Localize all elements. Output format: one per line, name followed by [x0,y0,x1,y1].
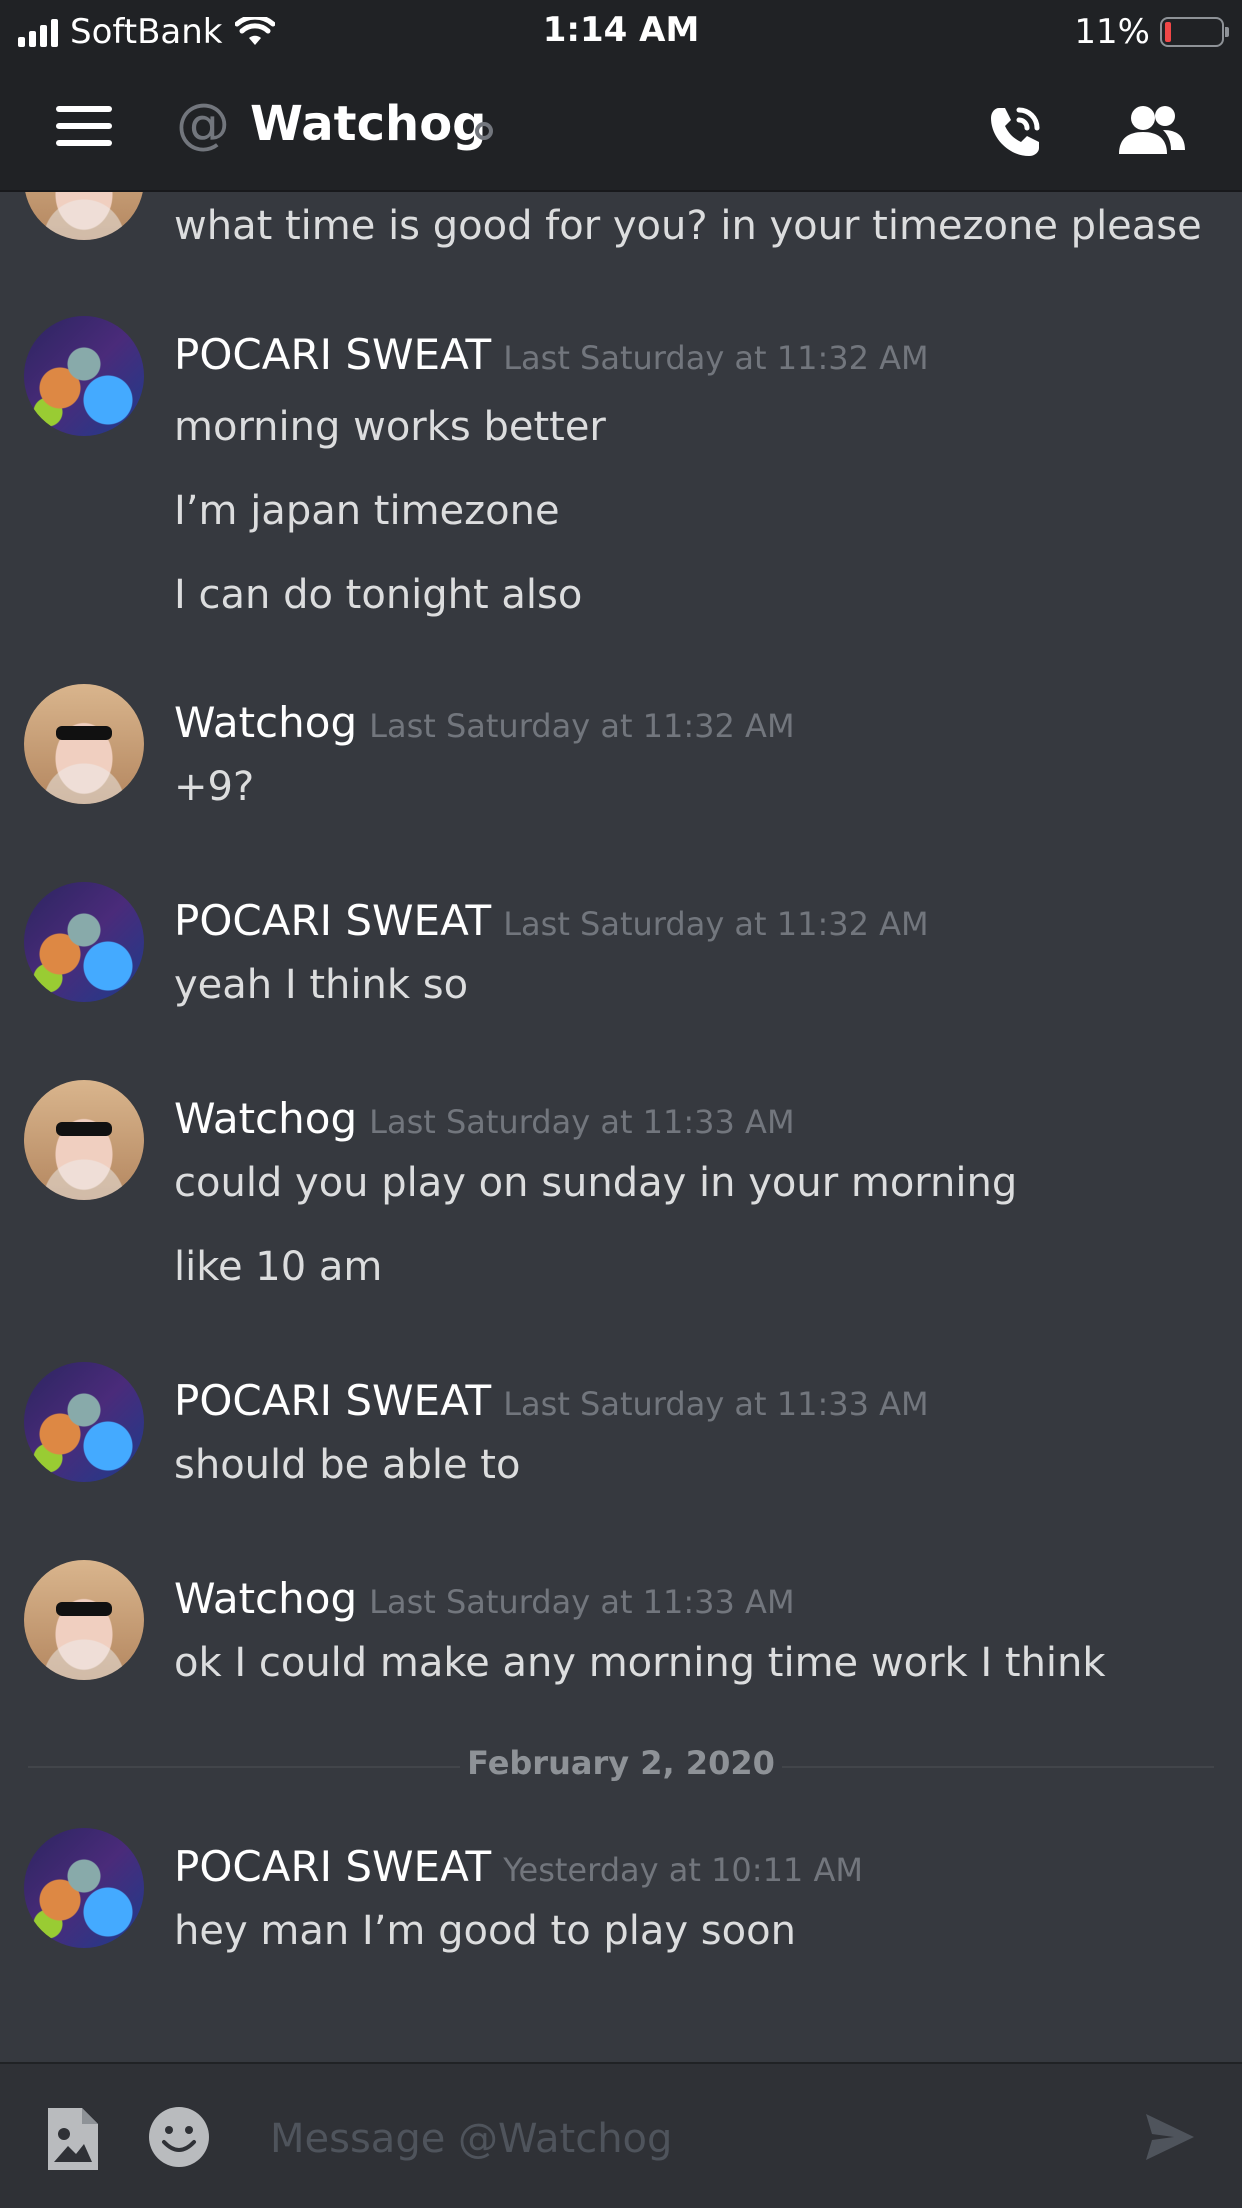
status-bar: SoftBank 1:14 AM 11% [0,0,1242,64]
message-header: POCARI SWEAT Yesterday at 10:11 AM [174,1842,863,1891]
avatar-watchog[interactable] [24,684,144,804]
message-header: Watchog Last Saturday at 11:33 AM [174,1574,795,1623]
message-header: Watchog Last Saturday at 11:33 AM [174,1094,795,1143]
message-timestamp: Last Saturday at 11:33 AM [503,1385,929,1423]
author-name[interactable]: POCARI SWEAT [174,896,491,945]
at-icon: @ [176,92,230,155]
avatar-watchog[interactable] [24,1560,144,1680]
message-text: +9? [174,764,255,810]
author-name[interactable]: Watchog [174,1574,357,1623]
message-list[interactable]: what time is good for you? in your timez… [0,192,1242,2062]
message-timestamp: Last Saturday at 11:32 AM [369,707,795,745]
status-right: 11% [1074,12,1229,52]
battery-percentage: 11% [1074,12,1150,52]
message-text: what time is good for you? in your timez… [174,203,1202,249]
dm-title: Watchog [250,96,487,152]
emoji-icon[interactable] [148,2106,210,2168]
date-divider: February 2, 2020 [467,1744,775,1782]
message-text: I’m japan timezone [174,488,560,534]
avatar-pocari-sweat[interactable] [24,1828,144,1948]
hamburger-menu-icon[interactable] [56,106,112,146]
channel-header: @ Watchog [0,64,1242,192]
battery-icon [1160,17,1229,47]
message-text: could you play on sunday in your morning [174,1160,1018,1206]
send-icon[interactable] [1144,2112,1196,2162]
author-name[interactable]: Watchog [174,698,357,747]
message-text: I can do tonight also [174,572,583,618]
message-header: Watchog Last Saturday at 11:32 AM [174,698,795,747]
message-input[interactable] [268,2098,1092,2180]
author-name[interactable]: POCARI SWEAT [174,1842,491,1891]
author-name[interactable]: POCARI SWEAT [174,1376,491,1425]
message-header: POCARI SWEAT Last Saturday at 11:32 AM [174,330,929,379]
message-header: POCARI SWEAT Last Saturday at 11:33 AM [174,1376,929,1425]
message-text: yeah I think so [174,962,469,1008]
message-text: morning works better [174,404,606,450]
image-upload-icon[interactable] [44,2106,100,2172]
avatar-pocari-sweat[interactable] [24,882,144,1002]
avatar-pocari-sweat[interactable] [24,316,144,436]
avatar-watchog[interactable] [24,192,144,240]
author-name[interactable]: Watchog [174,1094,357,1143]
avatar-watchog[interactable] [24,1080,144,1200]
message-timestamp: Last Saturday at 11:33 AM [369,1103,795,1141]
message-timestamp: Last Saturday at 11:32 AM [503,339,929,377]
message-text: hey man I’m good to play soon [174,1908,796,1954]
avatar-pocari-sweat[interactable] [24,1362,144,1482]
message-text: should be able to [174,1442,521,1488]
message-text: like 10 am [174,1244,383,1290]
members-icon[interactable] [1115,102,1187,158]
message-text: ok I could make any morning time work I … [174,1640,1106,1686]
message-composer [0,2062,1242,2208]
offline-status-icon [475,122,493,140]
message-timestamp: Yesterday at 10:11 AM [503,1851,863,1889]
message-timestamp: Last Saturday at 11:32 AM [503,905,929,943]
status-time: 1:14 AM [542,10,700,50]
message-header: POCARI SWEAT Last Saturday at 11:32 AM [174,896,929,945]
message-timestamp: Last Saturday at 11:33 AM [369,1583,795,1621]
author-name[interactable]: POCARI SWEAT [174,330,491,379]
voice-call-icon[interactable] [985,100,1047,162]
